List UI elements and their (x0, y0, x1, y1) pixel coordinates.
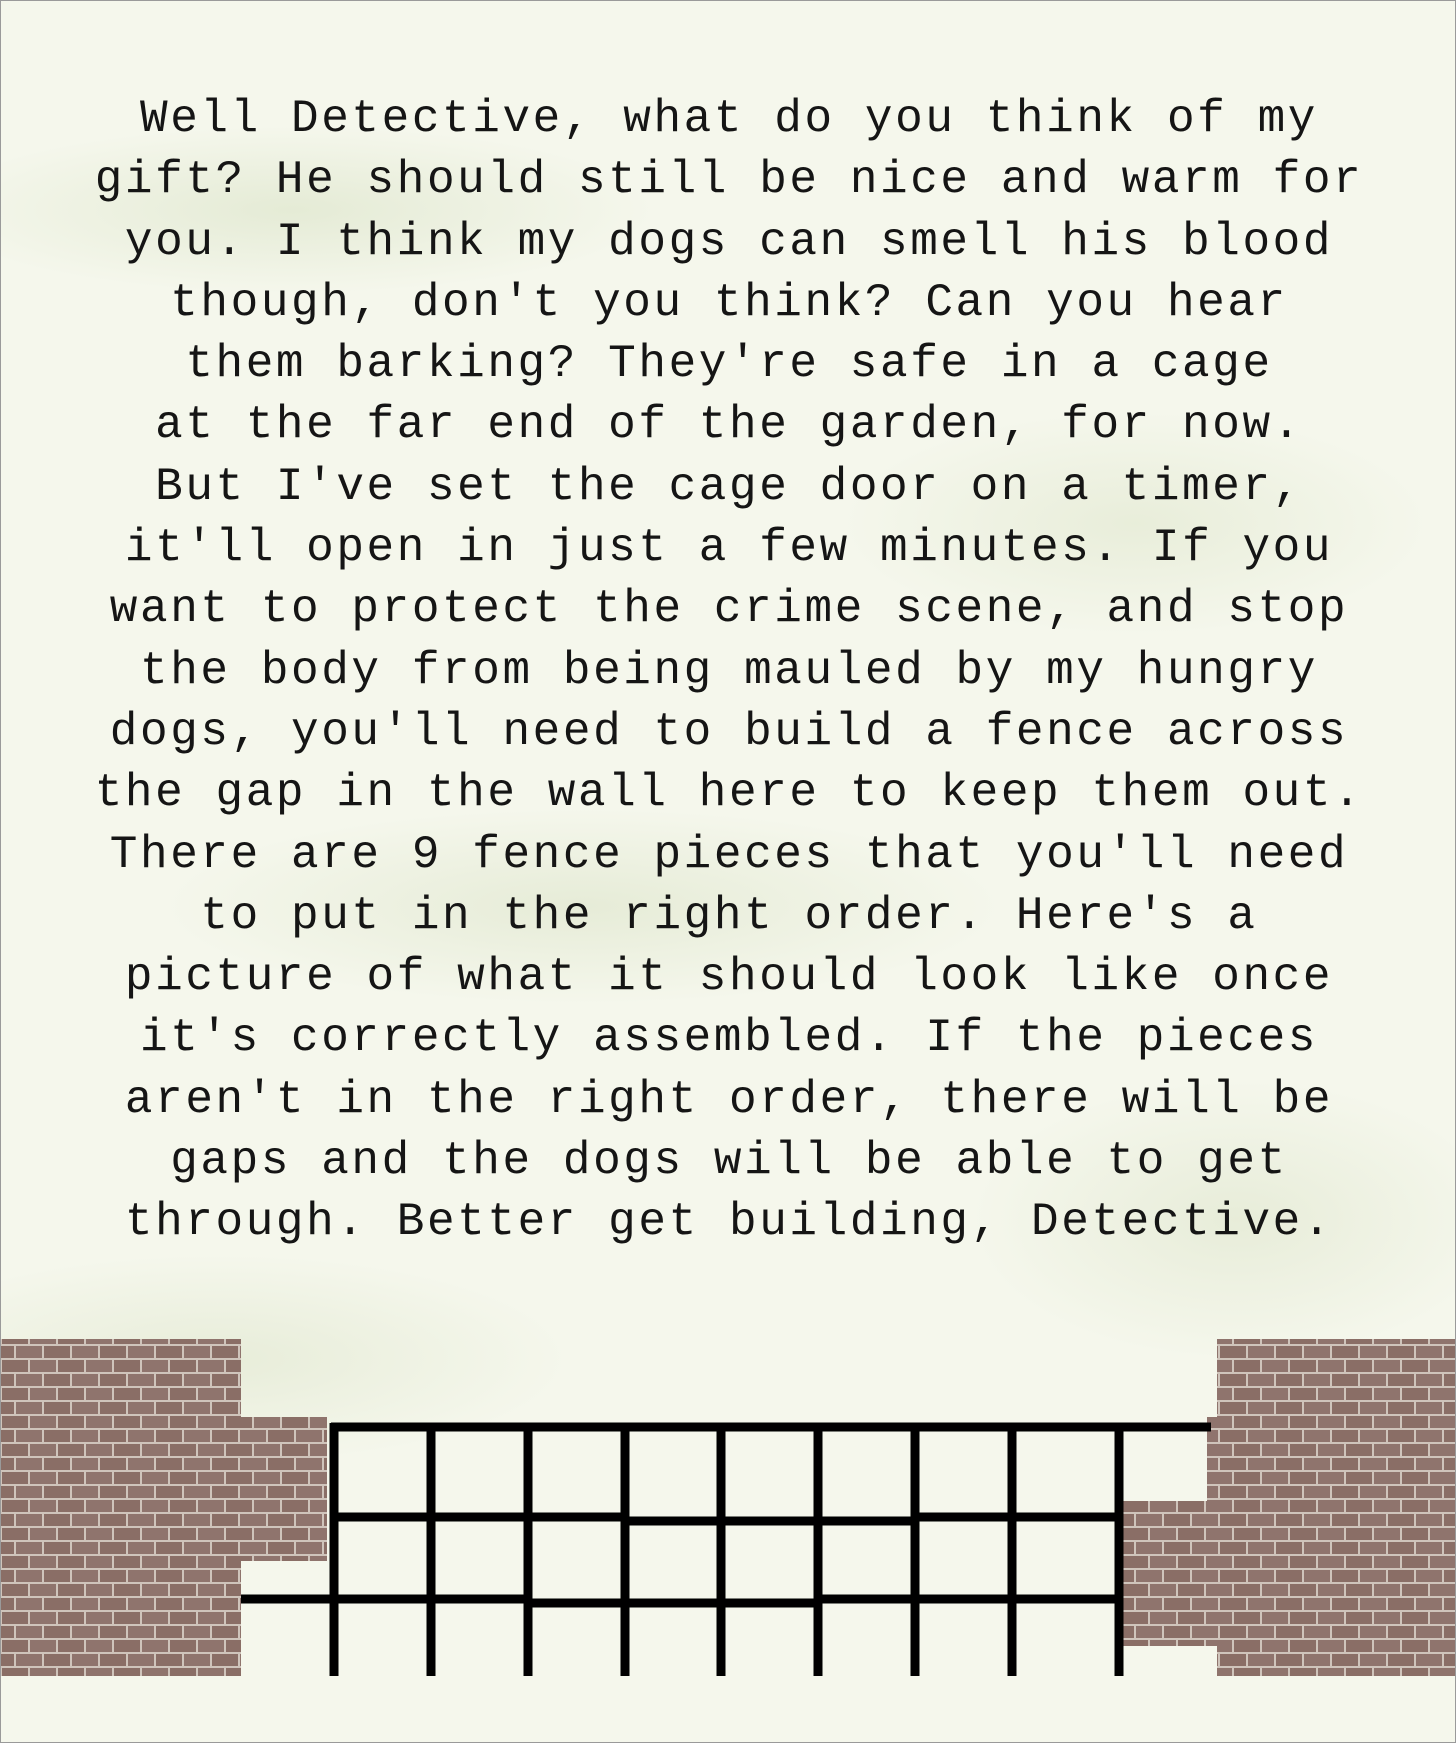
letter-line: to put in the right order. Here's a (200, 889, 1258, 942)
letter-line: you. I think my dogs can smell his blood (124, 215, 1334, 268)
letter-line: at the far end of the garden, for now. (155, 399, 1303, 452)
fence (241, 1422, 1211, 1676)
letter-line: through. Better get building, Detective. (124, 1196, 1334, 1249)
letter-line: Well Detective, what do you think of my (140, 93, 1318, 145)
left-brick-wall (1, 1339, 327, 1676)
wall-and-fence-svg (1, 1339, 1455, 1676)
puzzle-page: Well Detective, what do you think of my … (0, 0, 1456, 1743)
letter-line: want to protect the crime scene, and sto… (109, 583, 1349, 636)
letter-line: gaps and the dogs will be able to get (170, 1135, 1288, 1188)
letter-line: There are 9 fence pieces that you'll nee… (109, 828, 1349, 881)
letter-line: it'll open in just a few minutes. If you (124, 522, 1334, 575)
letter-line: dogs, you'll need to build a fence acros… (109, 705, 1349, 758)
letter-line: though, don't you think? Can you hear (170, 276, 1288, 329)
villain-letter: Well Detective, what do you think of my … (31, 89, 1427, 1254)
letter-line: the gap in the wall here to keep them ou… (94, 767, 1364, 820)
letter-line: But I've set the cage door on a timer, (155, 460, 1303, 513)
letter-line: it's correctly assembled. If the pieces (140, 1012, 1318, 1065)
letter-line: gift? He should still be nice and warm f… (94, 154, 1364, 207)
letter-line: the body from being mauled by my hungry (140, 644, 1318, 697)
right-brick-wall (1121, 1339, 1455, 1676)
letter-line: aren't in the right order, there will be (124, 1073, 1334, 1126)
letter-line: them barking? They're safe in a cage (185, 338, 1273, 391)
wall-gap-scene (1, 1331, 1455, 1676)
letter-line: picture of what it should look like once (124, 951, 1334, 1004)
